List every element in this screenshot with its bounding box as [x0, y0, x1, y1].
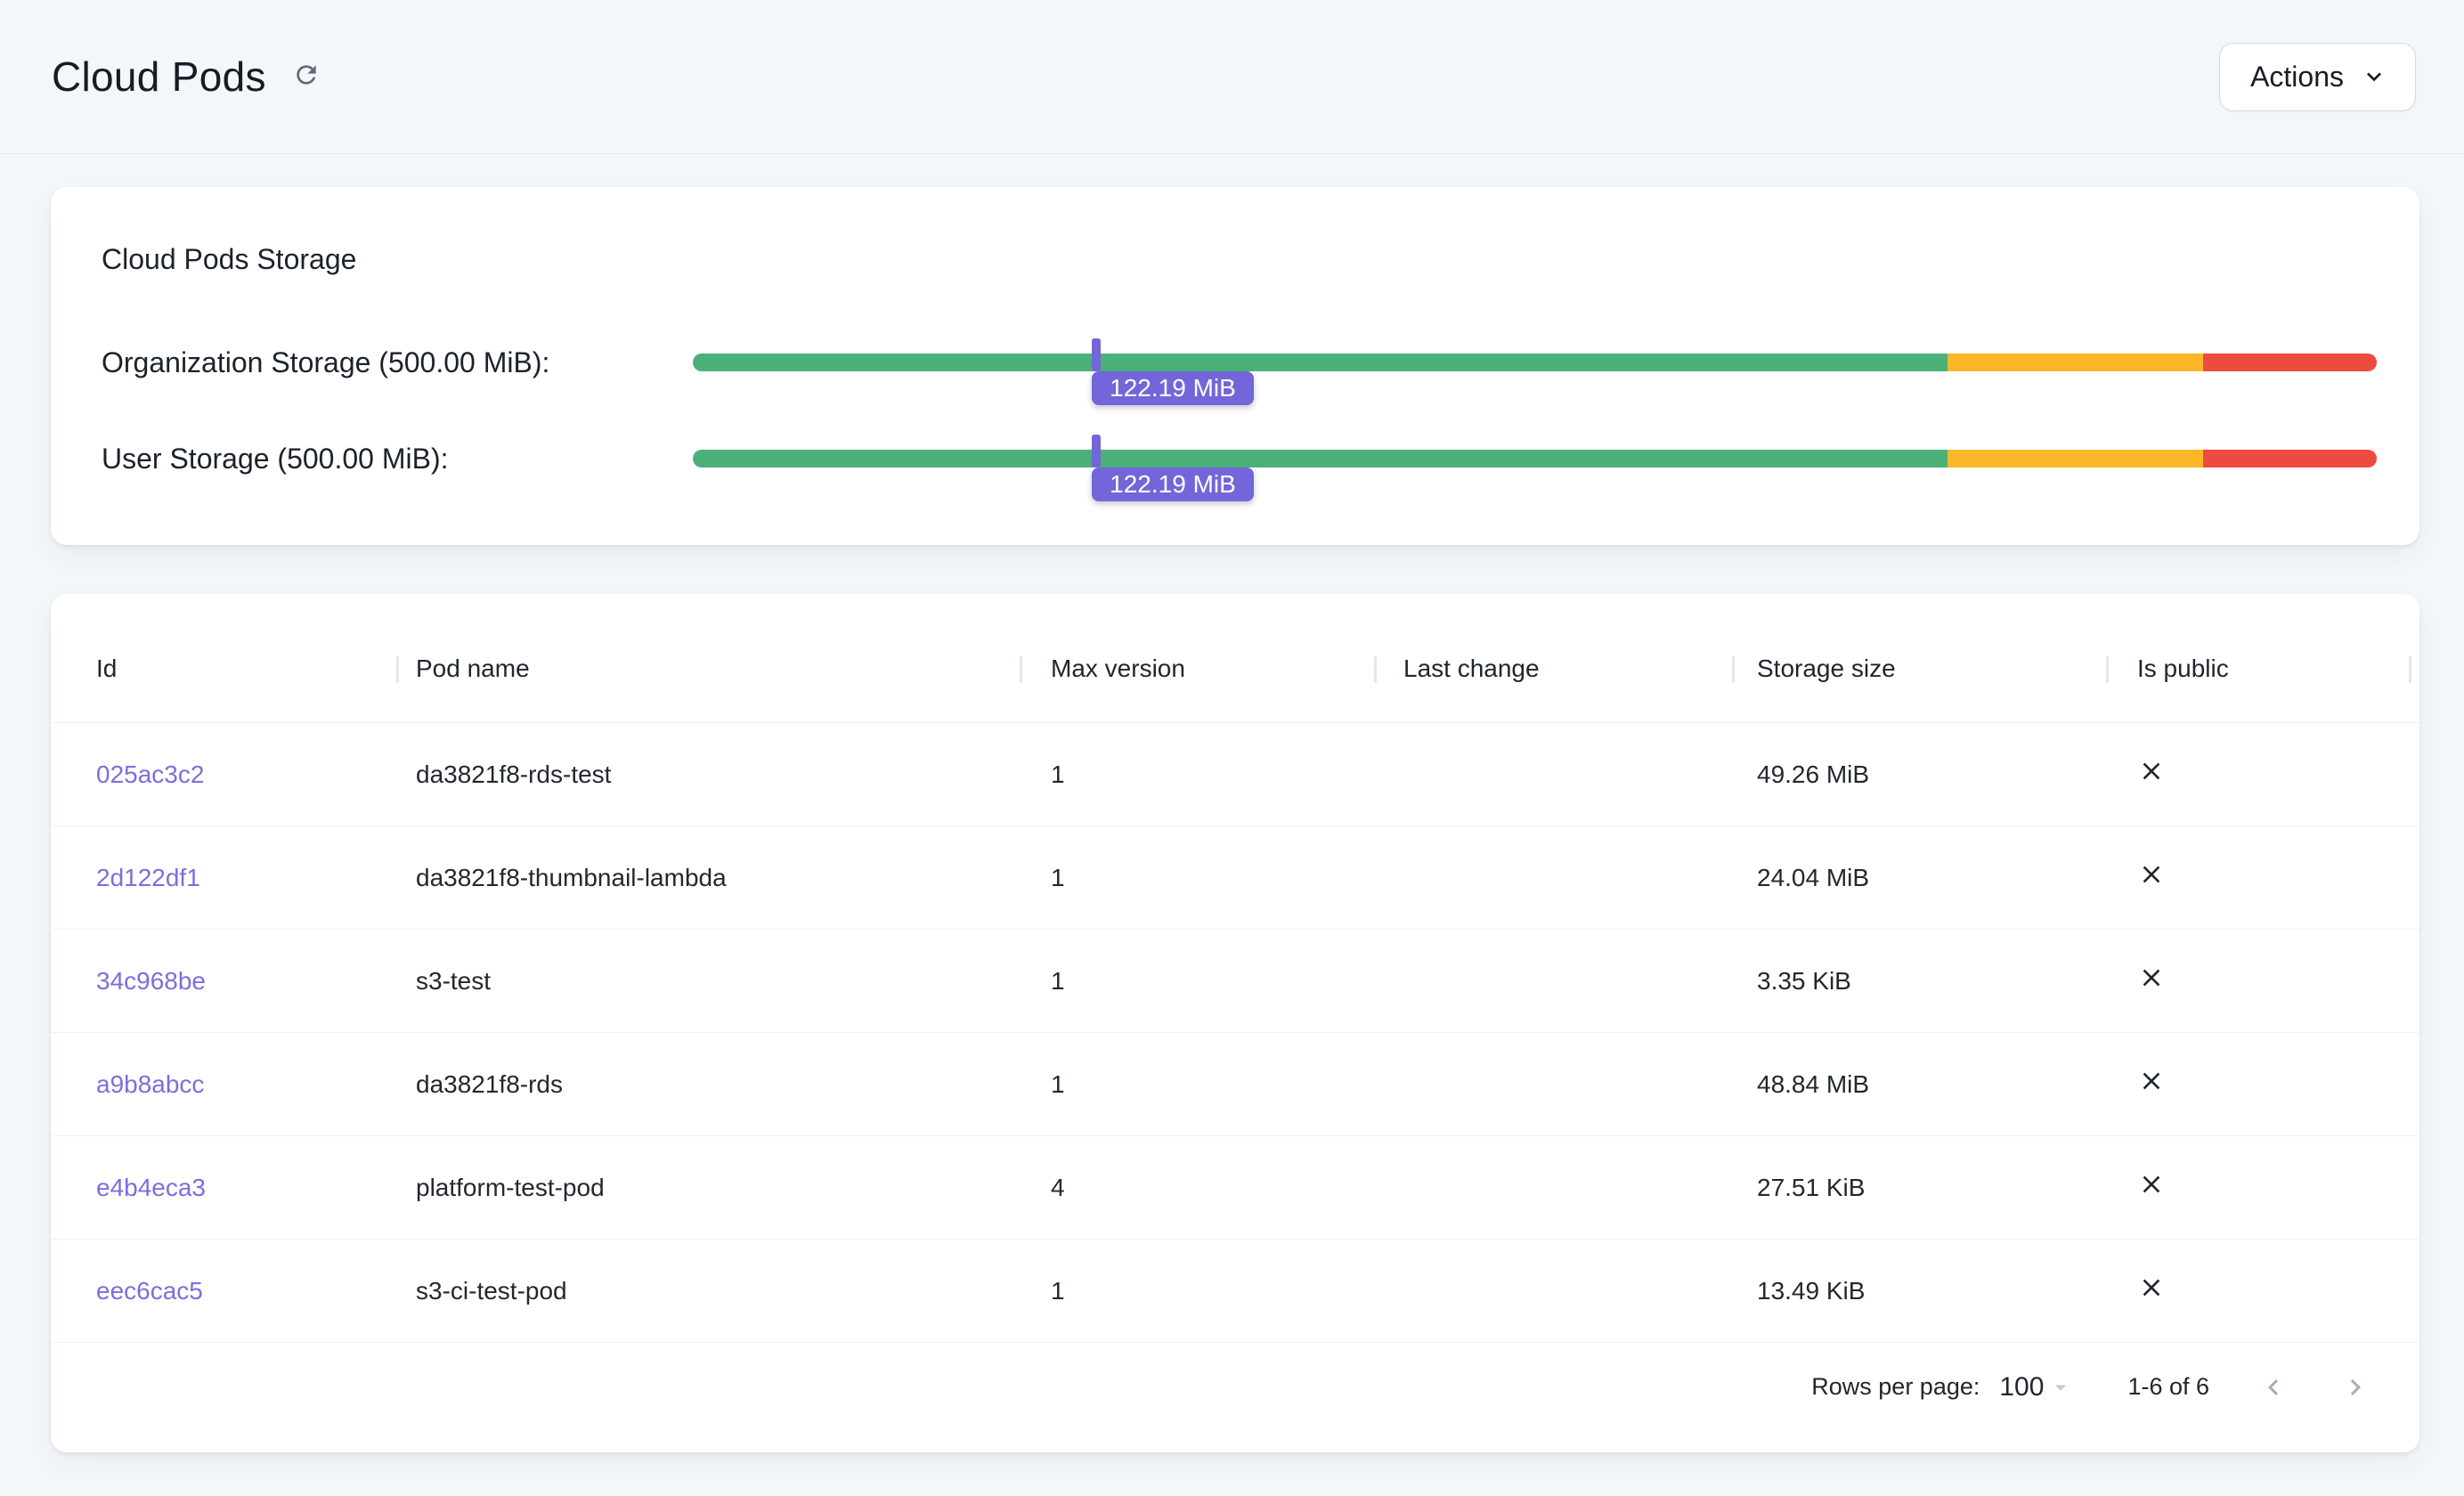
org-storage-label: Organization Storage (500.00 MiB):	[102, 346, 693, 379]
max-version-cell: 1	[1020, 967, 1374, 996]
max-version-cell: 4	[1020, 1174, 1374, 1202]
bar-zone-green	[693, 450, 1948, 467]
pods-table-card: Id Pod name Max version Last change Stor…	[51, 594, 2419, 1452]
pagination-range: 1-6 of 6	[2127, 1373, 2209, 1401]
bar-zone-red	[2203, 450, 2377, 467]
storage-size-cell: 13.49 KiB	[1732, 1277, 2106, 1305]
max-version-cell: 1	[1020, 1070, 1374, 1099]
column-separator	[396, 656, 399, 683]
column-separator	[1732, 656, 1735, 683]
org-storage-row: Organization Storage (500.00 MiB): 122.1…	[102, 340, 2377, 385]
storage-bar-track	[693, 354, 2377, 371]
pod-name-cell: da3821f8-rds-test	[396, 760, 1020, 789]
pod-id-link[interactable]: 025ac3c2	[96, 760, 204, 788]
table-row[interactable]: 2d122df1 da3821f8-thumbnail-lambda 1 24.…	[51, 826, 2419, 930]
not-public-icon	[2137, 1067, 2166, 1095]
not-public-icon	[2137, 1170, 2166, 1199]
bar-zone-orange	[1948, 450, 2203, 467]
table-header-row: Id Pod name Max version Last change Stor…	[51, 594, 2419, 723]
not-public-icon	[2137, 963, 2166, 992]
page-header: Cloud Pods Actions	[0, 0, 2464, 154]
not-public-icon	[2137, 860, 2166, 889]
table-row[interactable]: a9b8abcc da3821f8-rds 1 48.84 MiB	[51, 1033, 2419, 1136]
storage-size-cell: 27.51 KiB	[1732, 1174, 2106, 1202]
usage-tooltip: 122.19 MiB	[1092, 371, 1254, 405]
bar-zone-orange	[1948, 354, 2203, 371]
column-separator	[1020, 656, 1022, 683]
storage-size-cell: 3.35 KiB	[1732, 967, 2106, 996]
pod-name-cell: da3821f8-thumbnail-lambda	[396, 864, 1020, 892]
pod-id-link[interactable]: eec6cac5	[96, 1277, 203, 1305]
not-public-icon	[2137, 757, 2166, 785]
chevron-down-icon	[2360, 62, 2388, 91]
refresh-button[interactable]	[289, 57, 329, 96]
pod-name-cell: s3-ci-test-pod	[396, 1277, 1020, 1305]
previous-page-button[interactable]	[2252, 1366, 2295, 1409]
column-header-storage-size[interactable]: Storage size	[1732, 654, 2106, 683]
table-row[interactable]: 025ac3c2 da3821f8-rds-test 1 49.26 MiB	[51, 723, 2419, 826]
storage-bar-track	[693, 450, 2377, 467]
bar-zone-red	[2203, 354, 2377, 371]
usage-marker	[1092, 338, 1101, 371]
max-version-cell: 1	[1020, 1277, 1374, 1305]
user-storage-row: User Storage (500.00 MiB): 122.19 MiB	[102, 436, 2377, 481]
pod-name-cell: s3-test	[396, 967, 1020, 996]
storage-size-cell: 48.84 MiB	[1732, 1070, 2106, 1099]
next-page-button[interactable]	[2334, 1366, 2377, 1409]
pod-id-link[interactable]: 2d122df1	[96, 864, 200, 891]
table-pagination: Rows per page: 100 1-6 of 6	[51, 1337, 2419, 1452]
actions-dropdown-button[interactable]: Actions	[2219, 43, 2416, 111]
page-title: Cloud Pods	[52, 53, 266, 101]
storage-size-cell: 49.26 MiB	[1732, 760, 2106, 789]
storage-card-title: Cloud Pods Storage	[102, 243, 356, 276]
table-row[interactable]: e4b4eca3 platform-test-pod 4 27.51 KiB	[51, 1136, 2419, 1240]
pod-id-link[interactable]: 34c968be	[96, 967, 206, 995]
chevron-left-icon	[2257, 1371, 2289, 1403]
column-separator	[2106, 656, 2109, 683]
rows-per-page-select[interactable]: 100	[1999, 1372, 2074, 1402]
not-public-icon	[2137, 1273, 2166, 1302]
column-header-id[interactable]: Id	[51, 654, 396, 683]
refresh-icon	[292, 61, 325, 94]
table-body: 025ac3c2 da3821f8-rds-test 1 49.26 MiB 2…	[51, 723, 2419, 1343]
column-separator	[2409, 656, 2411, 683]
table-row[interactable]: eec6cac5 s3-ci-test-pod 1 13.49 KiB	[51, 1240, 2419, 1343]
column-header-max-version[interactable]: Max version	[1020, 654, 1374, 683]
org-storage-bar: 122.19 MiB	[693, 354, 2377, 371]
pod-name-cell: platform-test-pod	[396, 1174, 1020, 1202]
storage-size-cell: 24.04 MiB	[1732, 864, 2106, 892]
actions-label: Actions	[2250, 61, 2344, 94]
usage-marker	[1092, 435, 1101, 467]
storage-card: Cloud Pods Storage Organization Storage …	[51, 187, 2419, 545]
cloud-pods-page: Cloud Pods Actions Cloud Pods Storage Or…	[0, 0, 2464, 1496]
pod-name-cell: da3821f8-rds	[396, 1070, 1020, 1099]
table-row[interactable]: 34c968be s3-test 1 3.35 KiB	[51, 930, 2419, 1033]
chevron-right-icon	[2339, 1371, 2371, 1403]
dropdown-caret-icon	[2047, 1374, 2074, 1401]
usage-tooltip: 122.19 MiB	[1092, 467, 1254, 501]
column-header-is-public[interactable]: Is public	[2106, 654, 2419, 683]
max-version-cell: 1	[1020, 864, 1374, 892]
max-version-cell: 1	[1020, 760, 1374, 789]
bar-zone-green	[693, 354, 1948, 371]
column-header-last-change[interactable]: Last change	[1374, 654, 1732, 683]
rows-per-page-value: 100	[1999, 1372, 2044, 1402]
pod-id-link[interactable]: e4b4eca3	[96, 1174, 206, 1201]
user-storage-label: User Storage (500.00 MiB):	[102, 443, 693, 476]
pod-id-link[interactable]: a9b8abcc	[96, 1070, 204, 1098]
column-separator	[1374, 656, 1377, 683]
user-storage-bar: 122.19 MiB	[693, 450, 2377, 467]
rows-per-page-label: Rows per page:	[1811, 1373, 1980, 1401]
column-header-pod-name[interactable]: Pod name	[396, 654, 1020, 683]
